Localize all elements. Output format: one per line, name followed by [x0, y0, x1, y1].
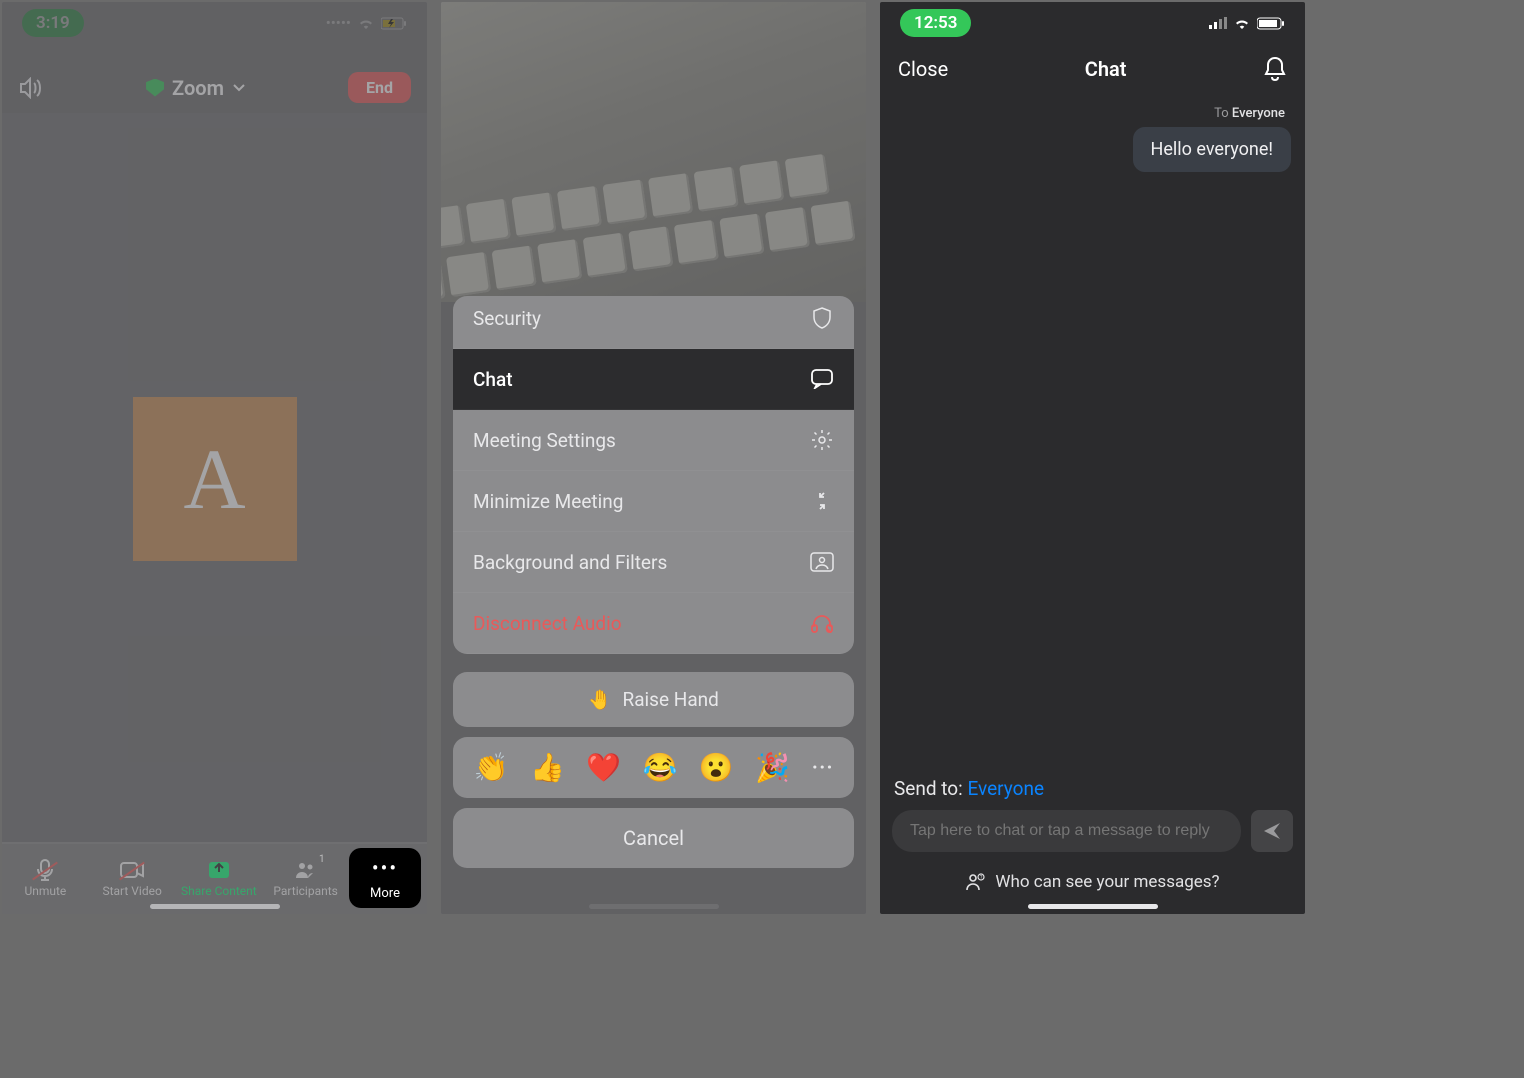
security-label: Security — [473, 307, 541, 330]
raise-hand-label: Raise Hand — [623, 688, 719, 711]
home-indicator[interactable] — [1028, 904, 1158, 909]
reaction-wow[interactable]: 😮 — [699, 751, 734, 784]
unmute-label: Unmute — [24, 884, 66, 898]
menu-background[interactable]: Background and Filters — [453, 532, 854, 593]
battery-icon — [381, 17, 407, 30]
chat-label: Chat — [473, 368, 513, 391]
status-bar: 3:19 ••••• — [2, 2, 427, 44]
menu-minimize[interactable]: Minimize Meeting — [453, 471, 854, 532]
menu-disconnect-audio[interactable]: Disconnect Audio — [453, 593, 854, 654]
zoom-meeting-screen: 3:19 ••••• Zoom End A Unmute — [2, 2, 427, 914]
more-label: More — [370, 886, 400, 901]
chat-messages[interactable]: To Everyone Hello everyone! — [880, 102, 1305, 777]
mic-off-icon — [32, 860, 58, 880]
time-pill: 3:19 — [22, 9, 84, 37]
menu-security[interactable]: Security — [453, 296, 854, 349]
chat-title: Chat — [1085, 57, 1127, 81]
participants-button[interactable]: 1 Participants — [262, 844, 349, 914]
notification-icon[interactable] — [1263, 56, 1287, 82]
reaction-thumbsup[interactable]: 👍 — [530, 751, 565, 784]
participants-label: Participants — [273, 884, 337, 898]
video-preview — [441, 2, 866, 302]
reaction-more[interactable]: ··· — [811, 751, 833, 784]
more-icon: ••• — [372, 856, 398, 880]
reaction-clap[interactable]: 👏 — [474, 751, 509, 784]
meeting-title[interactable]: Zoom — [146, 76, 246, 100]
chevron-down-icon — [232, 83, 246, 93]
participants-icon: 1 — [293, 860, 319, 880]
chat-input[interactable] — [892, 810, 1241, 852]
wifi-icon — [1233, 16, 1251, 30]
send-icon — [1262, 821, 1282, 841]
chat-screen: 12:53 Close Chat To Everyone Hello every… — [880, 2, 1305, 914]
meeting-header: Zoom End — [2, 44, 427, 113]
message-to-line: To Everyone — [1214, 106, 1291, 121]
time-pill: 12:53 — [900, 9, 971, 37]
chat-icon — [810, 367, 834, 391]
minimize-label: Minimize Meeting — [473, 490, 623, 513]
raise-hand-button[interactable]: 🤚 Raise Hand — [453, 672, 854, 727]
more-menu-sheet: Security Chat Meeting Settings Minimize … — [453, 296, 854, 654]
battery-icon — [1257, 17, 1285, 30]
minimize-icon — [810, 489, 834, 513]
status-icons — [1209, 16, 1285, 30]
send-to-label: Send to: — [894, 777, 963, 800]
more-button[interactable]: ••• More — [349, 848, 421, 908]
gear-icon — [810, 428, 834, 452]
video-area[interactable]: A — [2, 113, 427, 844]
send-button[interactable] — [1251, 810, 1293, 852]
settings-label: Meeting Settings — [473, 429, 616, 452]
background-label: Background and Filters — [473, 551, 667, 574]
cancel-button[interactable]: Cancel — [453, 808, 854, 868]
reaction-tada[interactable]: 🎉 — [755, 751, 790, 784]
reaction-heart[interactable]: ❤️ — [586, 751, 621, 784]
speaker-icon[interactable] — [18, 77, 44, 99]
wifi-icon — [357, 16, 375, 30]
close-button[interactable]: Close — [898, 57, 948, 81]
share-content-button[interactable]: Share Content — [176, 844, 263, 914]
status-icons: ••••• — [326, 14, 407, 32]
avatar-letter: A — [183, 429, 245, 529]
avatar: A — [133, 397, 297, 561]
send-to-row[interactable]: Send to: Everyone — [880, 777, 1305, 810]
raise-hand-emoji: 🤚 — [588, 688, 612, 711]
camera-off-icon — [119, 860, 145, 880]
share-icon — [206, 860, 232, 880]
message-bubble[interactable]: Hello everyone! — [1133, 127, 1291, 172]
share-label: Share Content — [181, 884, 257, 898]
more-menu-screen: Security Chat Meeting Settings Minimize … — [441, 2, 866, 914]
bottom-toolbar: Unmute Start Video Share Content 1 Parti… — [2, 844, 427, 914]
send-to-value[interactable]: Everyone — [967, 777, 1044, 800]
menu-settings[interactable]: Meeting Settings — [453, 410, 854, 471]
end-button[interactable]: End — [348, 72, 411, 103]
participants-count: 1 — [319, 854, 325, 865]
shield-icon — [810, 306, 834, 330]
unmute-button[interactable]: Unmute — [2, 844, 89, 914]
who-label: Who can see your messages? — [995, 872, 1219, 892]
disconnect-label: Disconnect Audio — [473, 612, 622, 635]
start-video-button[interactable]: Start Video — [89, 844, 176, 914]
background-icon — [810, 550, 834, 574]
reactions-row: 👏 👍 ❤️ 😂 😮 🎉 ··· — [453, 737, 854, 798]
compose-row — [880, 810, 1305, 864]
shield-icon — [146, 79, 164, 97]
headphones-off-icon — [810, 611, 834, 635]
zoom-label: Zoom — [172, 76, 224, 100]
menu-chat[interactable]: Chat — [453, 349, 854, 410]
reaction-joy[interactable]: 😂 — [642, 751, 677, 784]
signal-icon — [1209, 17, 1227, 29]
start-video-label: Start Video — [102, 884, 161, 898]
person-question-icon: ? — [965, 872, 985, 892]
status-bar: 12:53 — [880, 2, 1305, 44]
chat-header: Close Chat — [880, 44, 1305, 102]
